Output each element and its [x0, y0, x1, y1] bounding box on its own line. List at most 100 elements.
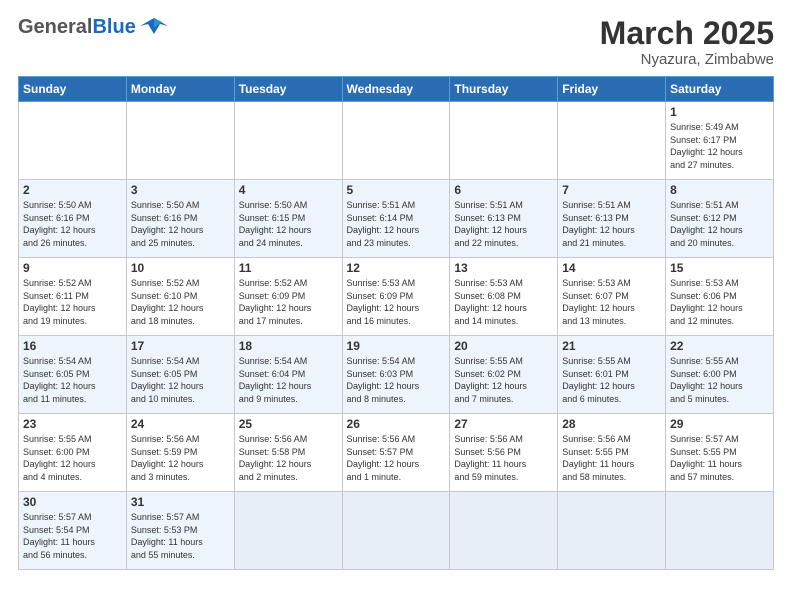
calendar-title: March 2025: [600, 16, 774, 51]
week-row-0: 1 Sunrise: 5:49 AM Sunset: 6:17 PM Daylig…: [19, 102, 774, 180]
day-number: 12: [347, 261, 446, 275]
calendar-cell-5-4: [450, 492, 558, 570]
day-info: Sunrise: 5:52 AM Sunset: 6:09 PM Dayligh…: [239, 277, 338, 327]
day-number: 6: [454, 183, 553, 197]
header-thursday: Thursday: [450, 77, 558, 102]
day-number: 23: [23, 417, 122, 431]
day-info: Sunrise: 5:54 AM Sunset: 6:03 PM Dayligh…: [347, 355, 446, 405]
day-number: 27: [454, 417, 553, 431]
day-number: 1: [670, 105, 769, 119]
day-info: Sunrise: 5:56 AM Sunset: 5:56 PM Dayligh…: [454, 433, 553, 483]
weekday-header-row: Sunday Monday Tuesday Wednesday Thursday…: [19, 77, 774, 102]
day-info: Sunrise: 5:54 AM Sunset: 6:05 PM Dayligh…: [23, 355, 122, 405]
day-number: 5: [347, 183, 446, 197]
calendar-cell-0-0: [19, 102, 127, 180]
calendar-cell-4-6: 29Sunrise: 5:57 AM Sunset: 5:55 PM Dayli…: [666, 414, 774, 492]
day-number: 24: [131, 417, 230, 431]
calendar-location: Nyazura, Zimbabwe: [600, 51, 774, 68]
header-wednesday: Wednesday: [342, 77, 450, 102]
day-number: 30: [23, 495, 122, 509]
calendar-cell-4-0: 23 Sunrise: 5:55 AM Sunset: 6:00 PM Dayli…: [19, 414, 127, 492]
calendar-cell-0-6: 1 Sunrise: 5:49 AM Sunset: 6:17 PM Daylig…: [666, 102, 774, 180]
week-row-3: 16Sunrise: 5:54 AM Sunset: 6:05 PM Dayli…: [19, 336, 774, 414]
calendar-cell-1-5: 7Sunrise: 5:51 AM Sunset: 6:13 PM Daylig…: [558, 180, 666, 258]
logo-blue-text: Blue: [92, 17, 135, 37]
week-row-2: 9 Sunrise: 5:52 AM Sunset: 6:11 PM Daylig…: [19, 258, 774, 336]
header-friday: Friday: [558, 77, 666, 102]
calendar-cell-0-3: [342, 102, 450, 180]
day-number: 9: [23, 261, 122, 275]
logo-bird-icon: [140, 16, 168, 38]
logo-general-text: General: [18, 17, 92, 37]
header-monday: Monday: [126, 77, 234, 102]
calendar-cell-5-0: 30Sunrise: 5:57 AM Sunset: 5:54 PM Dayli…: [19, 492, 127, 570]
calendar-cell-2-5: 14Sunrise: 5:53 AM Sunset: 6:07 PM Dayli…: [558, 258, 666, 336]
calendar-table: Sunday Monday Tuesday Wednesday Thursday…: [18, 76, 774, 570]
calendar-cell-1-1: 3Sunrise: 5:50 AM Sunset: 6:16 PM Daylig…: [126, 180, 234, 258]
calendar-cell-1-6: 8 Sunrise: 5:51 AM Sunset: 6:12 PM Daylig…: [666, 180, 774, 258]
day-number: 13: [454, 261, 553, 275]
day-info: Sunrise: 5:51 AM Sunset: 6:12 PM Dayligh…: [670, 199, 769, 249]
day-number: 8: [670, 183, 769, 197]
day-info: Sunrise: 5:56 AM Sunset: 5:58 PM Dayligh…: [239, 433, 338, 483]
day-info: Sunrise: 5:49 AM Sunset: 6:17 PM Dayligh…: [670, 121, 769, 171]
day-info: Sunrise: 5:55 AM Sunset: 6:02 PM Dayligh…: [454, 355, 553, 405]
calendar-cell-3-6: 22Sunrise: 5:55 AM Sunset: 6:00 PM Dayli…: [666, 336, 774, 414]
day-info: Sunrise: 5:53 AM Sunset: 6:06 PM Dayligh…: [670, 277, 769, 327]
calendar-cell-0-4: [450, 102, 558, 180]
day-info: Sunrise: 5:50 AM Sunset: 6:16 PM Dayligh…: [23, 199, 122, 249]
calendar-cell-4-5: 28 Sunrise: 5:56 AM Sunset: 5:55 PM Dayli…: [558, 414, 666, 492]
calendar-cell-4-1: 24Sunrise: 5:56 AM Sunset: 5:59 PM Dayli…: [126, 414, 234, 492]
calendar-cell-5-1: 31 Sunrise: 5:57 AM Sunset: 5:53 PM Dayli…: [126, 492, 234, 570]
calendar-cell-1-4: 6 Sunrise: 5:51 AM Sunset: 6:13 PM Daylig…: [450, 180, 558, 258]
day-info: Sunrise: 5:50 AM Sunset: 6:15 PM Dayligh…: [239, 199, 338, 249]
calendar-cell-2-4: 13Sunrise: 5:53 AM Sunset: 6:08 PM Dayli…: [450, 258, 558, 336]
day-number: 17: [131, 339, 230, 353]
calendar-cell-2-6: 15 Sunrise: 5:53 AM Sunset: 6:06 PM Dayli…: [666, 258, 774, 336]
day-number: 15: [670, 261, 769, 275]
day-number: 10: [131, 261, 230, 275]
day-info: Sunrise: 5:55 AM Sunset: 6:00 PM Dayligh…: [23, 433, 122, 483]
day-info: Sunrise: 5:56 AM Sunset: 5:55 PM Dayligh…: [562, 433, 661, 483]
day-number: 28: [562, 417, 661, 431]
calendar-cell-3-5: 21Sunrise: 5:55 AM Sunset: 6:01 PM Dayli…: [558, 336, 666, 414]
calendar-cell-2-0: 9 Sunrise: 5:52 AM Sunset: 6:11 PM Daylig…: [19, 258, 127, 336]
day-number: 3: [131, 183, 230, 197]
calendar-cell-1-3: 5Sunrise: 5:51 AM Sunset: 6:14 PM Daylig…: [342, 180, 450, 258]
page: General Blue March 2025 Nyazura, Zimbabw…: [0, 0, 792, 612]
calendar-cell-0-2: [234, 102, 342, 180]
calendar-cell-2-2: 11Sunrise: 5:52 AM Sunset: 6:09 PM Dayli…: [234, 258, 342, 336]
title-block: March 2025 Nyazura, Zimbabwe: [600, 16, 774, 68]
calendar-cell-1-2: 4Sunrise: 5:50 AM Sunset: 6:15 PM Daylig…: [234, 180, 342, 258]
day-info: Sunrise: 5:54 AM Sunset: 6:05 PM Dayligh…: [131, 355, 230, 405]
day-info: Sunrise: 5:57 AM Sunset: 5:53 PM Dayligh…: [131, 511, 230, 561]
calendar-cell-4-3: 26Sunrise: 5:56 AM Sunset: 5:57 PM Dayli…: [342, 414, 450, 492]
day-info: Sunrise: 5:53 AM Sunset: 6:07 PM Dayligh…: [562, 277, 661, 327]
day-info: Sunrise: 5:52 AM Sunset: 6:11 PM Dayligh…: [23, 277, 122, 327]
week-row-4: 23 Sunrise: 5:55 AM Sunset: 6:00 PM Dayli…: [19, 414, 774, 492]
week-row-5: 30Sunrise: 5:57 AM Sunset: 5:54 PM Dayli…: [19, 492, 774, 570]
calendar-cell-5-6: [666, 492, 774, 570]
calendar-cell-5-2: [234, 492, 342, 570]
day-info: Sunrise: 5:57 AM Sunset: 5:55 PM Dayligh…: [670, 433, 769, 483]
header-sunday: Sunday: [19, 77, 127, 102]
day-info: Sunrise: 5:52 AM Sunset: 6:10 PM Dayligh…: [131, 277, 230, 327]
calendar-cell-4-4: 27 Sunrise: 5:56 AM Sunset: 5:56 PM Dayli…: [450, 414, 558, 492]
day-number: 31: [131, 495, 230, 509]
calendar-cell-3-3: 19Sunrise: 5:54 AM Sunset: 6:03 PM Dayli…: [342, 336, 450, 414]
calendar-cell-5-3: [342, 492, 450, 570]
day-info: Sunrise: 5:51 AM Sunset: 6:13 PM Dayligh…: [562, 199, 661, 249]
day-number: 21: [562, 339, 661, 353]
day-info: Sunrise: 5:56 AM Sunset: 5:57 PM Dayligh…: [347, 433, 446, 483]
calendar-cell-2-3: 12Sunrise: 5:53 AM Sunset: 6:09 PM Dayli…: [342, 258, 450, 336]
logo: General Blue: [18, 16, 168, 38]
day-info: Sunrise: 5:51 AM Sunset: 6:13 PM Dayligh…: [454, 199, 553, 249]
day-info: Sunrise: 5:54 AM Sunset: 6:04 PM Dayligh…: [239, 355, 338, 405]
calendar-cell-2-1: 10 Sunrise: 5:52 AM Sunset: 6:10 PM Dayli…: [126, 258, 234, 336]
day-info: Sunrise: 5:55 AM Sunset: 6:00 PM Dayligh…: [670, 355, 769, 405]
header-saturday: Saturday: [666, 77, 774, 102]
calendar-cell-3-2: 18 Sunrise: 5:54 AM Sunset: 6:04 PM Dayli…: [234, 336, 342, 414]
calendar-cell-4-2: 25 Sunrise: 5:56 AM Sunset: 5:58 PM Dayli…: [234, 414, 342, 492]
day-number: 18: [239, 339, 338, 353]
day-number: 25: [239, 417, 338, 431]
